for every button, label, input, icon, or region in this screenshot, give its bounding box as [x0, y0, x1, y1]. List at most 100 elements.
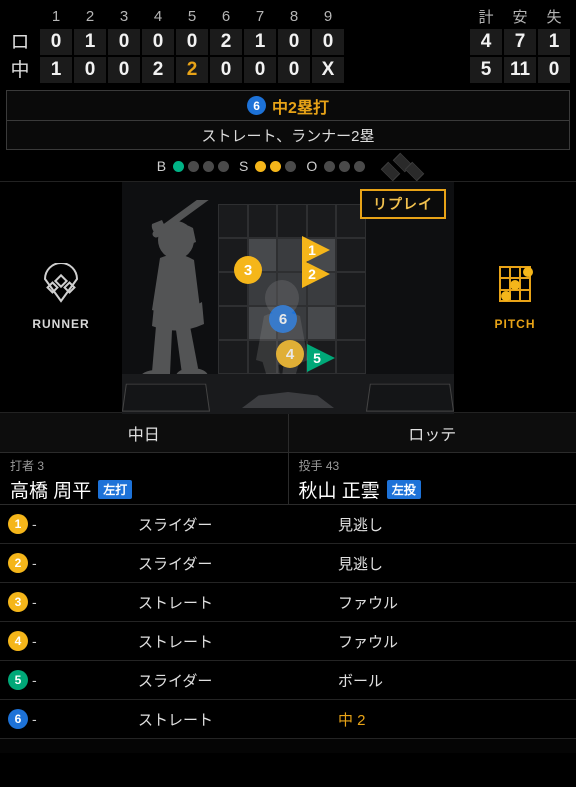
strike-label: S	[239, 158, 249, 174]
pitcher-role: 投手 43	[299, 458, 567, 475]
pitch-log-type: スライダー	[138, 516, 213, 534]
inning-header: 4	[153, 7, 163, 25]
strike-dot	[270, 160, 282, 172]
zone-cell-ball	[306, 204, 337, 238]
inning-score: 0	[108, 57, 140, 83]
scoreboard-header-row: 1 2 3 4 5 6 7 8 9 計安失	[0, 4, 576, 28]
pitch-number-badge: 6	[247, 96, 267, 115]
runner-panel-button[interactable]: RUNNER	[0, 182, 122, 412]
pitcher-number: 43	[325, 459, 340, 473]
replay-button[interactable]: リプレイ	[360, 189, 446, 219]
pitch-log-speed: -	[32, 672, 37, 688]
strike-dot	[255, 160, 267, 172]
runner-icon	[37, 262, 85, 312]
team-tabs: 中日 ロッテ	[0, 413, 576, 453]
batter-name: 高橋 周平	[10, 480, 92, 502]
strike-dot	[285, 160, 297, 172]
pitch-log-type: スライダー	[138, 672, 213, 690]
strike-zone-stage[interactable]: 123645	[122, 182, 454, 414]
batter-hand-tag: 左打	[98, 479, 133, 499]
zone-cell-ball	[336, 306, 366, 340]
inning-score: 0	[142, 29, 174, 55]
pitch-panel-button[interactable]: PITCH	[454, 182, 576, 412]
pitcher-hand-tag: 左投	[386, 479, 421, 499]
total-value: 7	[504, 29, 536, 55]
total-value: 11	[504, 57, 536, 83]
total-value: 4	[470, 29, 502, 55]
tab-away-team[interactable]: ロッテ	[288, 413, 576, 452]
pitch-log-number-badge: 1	[8, 514, 28, 534]
inning-score: 0	[278, 57, 310, 83]
inning-score: 1	[74, 29, 106, 55]
total-header: 安	[512, 8, 528, 26]
ball-dot	[218, 160, 230, 172]
result-title: 中2塁打	[272, 99, 329, 117]
total-value: 5	[470, 57, 502, 83]
pitcher-info[interactable]: 投手 43 秋山 正雲 左投	[289, 453, 576, 504]
inning-score: 2	[176, 57, 208, 83]
pitch-log-result: 中 2	[338, 711, 366, 729]
inning-header: 6	[221, 7, 231, 25]
pitch-log-result: ボール	[338, 672, 384, 690]
inning-score: 0	[210, 57, 242, 83]
batters-box-right	[365, 383, 454, 412]
ball-dot	[203, 160, 215, 172]
pitch-panel-label: PITCH	[494, 317, 536, 331]
pitch-log-type: ストレート	[138, 594, 214, 612]
scoreboard-row: ロ010002100471	[0, 28, 576, 56]
pitch-log-speed: -	[32, 594, 37, 610]
zone-cell-ball	[336, 238, 366, 272]
inning-score: 0	[312, 29, 344, 55]
zone-cell-ball	[277, 204, 307, 238]
result-subtitle: ストレート、ランナー2塁	[201, 127, 375, 145]
pitch-grid-icon	[492, 263, 538, 312]
pitch-log-result: ファウル	[338, 633, 399, 651]
inning-score: 0	[74, 57, 106, 83]
total-header: 計	[478, 8, 494, 26]
inning-header: 1	[51, 7, 61, 25]
pitch-log-number-badge: 2	[8, 553, 28, 573]
pitch-log-row[interactable]: 3- ストレート ファウル	[0, 583, 576, 622]
pitch-log-row[interactable]: 5- スライダー ボール	[0, 661, 576, 700]
pitch-log-row[interactable]: 1- スライダー 見逃し	[0, 505, 576, 544]
result-banner: 6 中2塁打 ストレート、ランナー2塁	[6, 90, 570, 150]
pitch-log-result: ファウル	[338, 594, 399, 612]
pitch-log-speed: -	[32, 555, 37, 571]
zone-cell-ball	[247, 204, 278, 238]
total-value: 1	[538, 29, 570, 55]
pitch-log-row[interactable]: 2- スライダー 見逃し	[0, 544, 576, 583]
inning-header: 7	[255, 7, 265, 25]
zone-cell-ball	[336, 272, 366, 306]
pitch-log-result: 見逃し	[338, 555, 384, 573]
total-value: 0	[538, 57, 570, 83]
pitch-log-row[interactable]: 6- ストレート 中 2	[0, 700, 576, 739]
pitch-log-row[interactable]: 4- ストレート ファウル	[0, 622, 576, 661]
total-header: 失	[546, 8, 562, 26]
batter-info[interactable]: 打者 3 高橋 周平 左打	[0, 453, 289, 504]
inning-score: 0	[176, 29, 208, 55]
pitch-log-type: ストレート	[138, 633, 214, 651]
pitch-log-type: スライダー	[138, 555, 213, 573]
pitch-log-speed: -	[32, 633, 37, 649]
tab-home-team[interactable]: 中日	[0, 413, 289, 452]
zone-cell-ball	[336, 340, 366, 374]
ball-label: B	[156, 158, 167, 174]
inning-score: 1	[244, 29, 276, 55]
pitch-log-number-badge: 5	[8, 670, 28, 690]
pitch-log-speed: -	[32, 516, 37, 532]
inning-score: 0	[40, 29, 72, 55]
batter-silhouette	[140, 200, 209, 386]
pitch-log: 1- スライダー 見逃し 2- スライダー 見逃し 3- ストレート ファウル 4- ストレート ファ…	[0, 505, 576, 739]
inning-score: 2	[142, 57, 174, 83]
scoreboard: 123456789 計安失 ロ 0 1 0 0 0 2 1 0 0 4 7 1 中 1 0 0 2 2 0 0 0 X 5 11…	[0, 0, 576, 86]
player-info: 打者 3 高橋 周平 左打 投手 43 秋山 正雲 左投	[0, 453, 576, 505]
pitch-log-speed: -	[32, 711, 37, 727]
inning-header: 3	[119, 7, 129, 25]
out-dot	[354, 160, 366, 172]
ball-dot	[188, 160, 200, 172]
base-diamond	[381, 152, 425, 182]
pitcher-name: 秋山 正雲	[298, 480, 380, 502]
inning-header: 8	[289, 7, 299, 25]
out-dot	[339, 160, 351, 172]
inning-score: 0	[278, 29, 310, 55]
